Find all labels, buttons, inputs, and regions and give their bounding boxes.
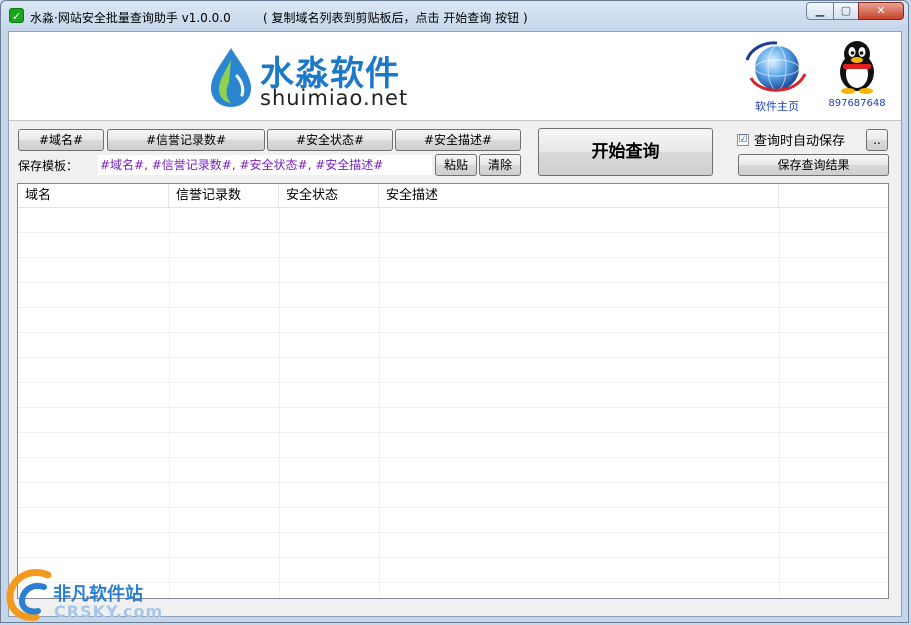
grid-row-line <box>18 482 888 483</box>
grid-row-line <box>18 307 888 308</box>
column-header-reputation-count[interactable]: 信誉记录数 <box>169 184 279 207</box>
grid-row-line <box>18 332 888 333</box>
column-header-domain[interactable]: 域名 <box>18 184 169 207</box>
grid-row-line <box>18 557 888 558</box>
grid-column-line <box>779 208 780 598</box>
header-banner: 水淼软件 shuimiao.net 软件主页 897687648 <box>9 32 901 121</box>
grid-row-line <box>18 257 888 258</box>
caption-buttons: ▁ ▢ ✕ <box>806 2 904 20</box>
globe-icon[interactable] <box>745 38 809 98</box>
template-label: 保存模板： <box>18 159 79 173</box>
grid-row-line <box>18 357 888 358</box>
client-area: 水淼软件 shuimiao.net 软件主页 897687648 #域名# #信… <box>8 31 902 617</box>
save-results-button[interactable]: 保存查询结果 <box>738 154 889 176</box>
grid-row-line <box>18 282 888 283</box>
clear-button[interactable]: 清除 <box>479 154 521 176</box>
template-input[interactable]: #域名#, #信誉记录数#, #安全状态#, #安全描述# <box>97 154 433 176</box>
grid-column-line <box>279 208 280 598</box>
app-window: ✓ 水淼·网站安全批量查询助手 v1.0.0.0 ( 复制域名列表到剪贴板后，点… <box>0 0 909 623</box>
brand-name-en: shuimiao.net <box>260 86 409 110</box>
grid-row-line <box>18 382 888 383</box>
start-query-button[interactable]: 开始查询 <box>538 128 713 176</box>
minimize-button[interactable]: ▁ <box>806 2 834 20</box>
window-title: 水淼·网站安全批量查询助手 v1.0.0.0 <box>30 11 231 25</box>
qq-number[interactable]: 897687648 <box>821 98 893 109</box>
grid-row-line <box>18 432 888 433</box>
tag-reputation-count-button[interactable]: #信誉记录数# <box>107 129 265 151</box>
tag-security-description-button[interactable]: #安全描述# <box>395 129 521 151</box>
home-page-link[interactable]: 软件主页 <box>745 98 809 114</box>
grid-row-line <box>18 457 888 458</box>
close-button[interactable]: ✕ <box>858 2 904 20</box>
results-list[interactable]: 域名 信誉记录数 安全状态 安全描述 <box>17 183 889 599</box>
shield-check-icon: ✓ <box>9 8 24 23</box>
column-header-security-description[interactable]: 安全描述 <box>379 184 779 207</box>
auto-save-option[interactable]: ☑ 查询时自动保存 <box>737 130 845 149</box>
grid-row-line <box>18 532 888 533</box>
list-header: 域名 信誉记录数 安全状态 安全描述 <box>18 184 888 208</box>
tag-domain-button[interactable]: #域名# <box>18 129 104 151</box>
grid-row-line <box>18 507 888 508</box>
auto-save-label: 查询时自动保存 <box>754 134 846 149</box>
qq-penguin-icon[interactable] <box>835 38 879 94</box>
browse-button[interactable]: .. <box>866 129 888 151</box>
watermark-en: CRSKY.com <box>54 602 164 621</box>
usage-hint: ( 复制域名列表到剪贴板后，点击 开始查询 按钮 ) <box>263 11 528 25</box>
maximize-button[interactable]: ▢ <box>833 2 859 20</box>
grid-row-line <box>18 407 888 408</box>
grid-column-line <box>379 208 380 598</box>
column-header-extra[interactable] <box>779 184 888 207</box>
column-header-security-status[interactable]: 安全状态 <box>279 184 379 207</box>
crsky-logo-icon <box>6 569 52 621</box>
title-bar[interactable]: ✓ 水淼·网站安全批量查询助手 v1.0.0.0 ( 复制域名列表到剪贴板后，点… <box>1 1 910 31</box>
grid-row-line <box>18 232 888 233</box>
grid-column-line <box>169 208 170 598</box>
water-drop-icon <box>211 48 251 107</box>
watermark: 非凡软件站 CRSKY.com <box>0 560 164 625</box>
auto-save-checkbox[interactable]: ☑ <box>737 133 749 146</box>
tag-security-status-button[interactable]: #安全状态# <box>267 129 393 151</box>
paste-button[interactable]: 粘贴 <box>435 154 477 176</box>
